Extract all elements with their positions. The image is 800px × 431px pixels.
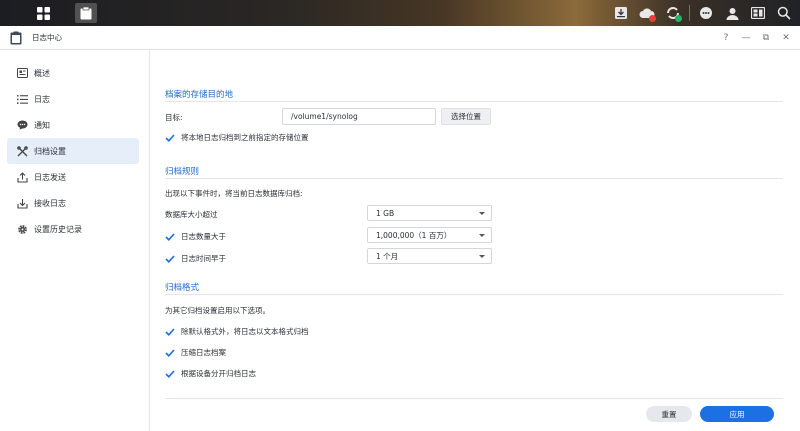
user-icon[interactable] bbox=[722, 3, 742, 23]
tools-icon bbox=[16, 145, 28, 157]
compress-label: 压缩日志档案 bbox=[181, 348, 226, 357]
log-time-select[interactable]: 1 个月 bbox=[367, 248, 492, 264]
sidebar-item-logs[interactable]: 日志 bbox=[7, 86, 139, 112]
format-intro-text: 为其它归档设置启用以下选项。 bbox=[165, 306, 270, 315]
sidebar-item-label: 通知 bbox=[34, 120, 50, 130]
sidebar-item-settings-history[interactable]: 设置历史记录 bbox=[7, 216, 139, 242]
target-label: 目标: bbox=[165, 113, 183, 122]
cloud-alert-icon[interactable] bbox=[637, 3, 657, 23]
sync-ok-icon[interactable] bbox=[663, 3, 683, 23]
section-divider bbox=[165, 101, 783, 102]
restore-button[interactable]: ⧉ bbox=[760, 30, 772, 46]
chevron-down-icon bbox=[479, 212, 485, 215]
destination-section-title: 档案的存储目的地 bbox=[165, 90, 234, 100]
list-icon bbox=[16, 93, 28, 105]
footer-divider bbox=[165, 398, 783, 399]
sidebar-item-log-sending[interactable]: 日志发送 bbox=[7, 164, 139, 190]
chat-bubble-icon bbox=[16, 119, 28, 131]
split-by-device-checkbox-row[interactable]: 根据设备分开归档日志 bbox=[165, 368, 256, 379]
rules-section-title: 归档规则 bbox=[165, 167, 200, 177]
window-titlebar: 日志中心 ? — ⧉ ✕ bbox=[0, 26, 800, 50]
sidebar-item-label: 接收日志 bbox=[34, 198, 66, 208]
log-time-label: 日志时间早于 bbox=[181, 254, 226, 263]
split-by-device-label: 根据设备分开归档日志 bbox=[181, 369, 256, 378]
window-title: 日志中心 bbox=[32, 33, 62, 42]
taskbar bbox=[0, 0, 800, 26]
log-count-checkbox-row[interactable]: 日志数量大于 bbox=[165, 231, 226, 242]
send-icon bbox=[16, 171, 28, 183]
log-count-value: 1,000,000（1 百万） bbox=[376, 230, 452, 240]
checkbox-checked[interactable] bbox=[165, 348, 175, 358]
help-button[interactable]: ? bbox=[720, 30, 732, 46]
overview-icon bbox=[16, 67, 28, 79]
compress-checkbox-row[interactable]: 压缩日志档案 bbox=[165, 347, 226, 358]
log-time-value: 1 个月 bbox=[376, 251, 399, 261]
receive-icon bbox=[16, 197, 28, 209]
widgets-icon[interactable] bbox=[748, 3, 768, 23]
sidebar-item-label: 归档设置 bbox=[34, 146, 66, 156]
archive-previous-label: 将本地日志归档到之前指定的存储位置 bbox=[181, 133, 309, 142]
sidebar-item-label: 日志发送 bbox=[34, 172, 66, 182]
log-center-app-icon bbox=[10, 31, 22, 44]
choose-location-button[interactable]: 选择位置 bbox=[441, 108, 491, 125]
log-count-select[interactable]: 1,000,000（1 百万） bbox=[367, 227, 492, 243]
search-icon[interactable] bbox=[774, 3, 794, 23]
archive-settings-panel: 档案的存储目的地 目标: /volume1/synolog 选择位置 将本地日志… bbox=[151, 50, 800, 431]
sidebar: 概述 日志 通知 归档设置 日志发送 接收日志 设置历史记录 bbox=[0, 50, 150, 431]
checkbox-checked[interactable] bbox=[165, 254, 175, 264]
text-format-label: 除默认格式外，将日志以文本格式归档 bbox=[181, 327, 309, 336]
main-menu-grid-icon[interactable] bbox=[32, 3, 54, 23]
log-count-label: 日志数量大于 bbox=[181, 232, 226, 241]
db-size-select[interactable]: 1 GB bbox=[367, 205, 492, 221]
archive-previous-checkbox-row[interactable]: 将本地日志归档到之前指定的存储位置 bbox=[165, 132, 309, 143]
apply-button[interactable]: 应用 bbox=[700, 406, 774, 422]
minimize-button[interactable]: — bbox=[740, 30, 752, 46]
text-format-checkbox-row[interactable]: 除默认格式外，将日志以文本格式归档 bbox=[165, 326, 309, 337]
chevron-down-icon bbox=[479, 255, 485, 258]
sidebar-item-log-receiving[interactable]: 接收日志 bbox=[7, 190, 139, 216]
db-size-value: 1 GB bbox=[376, 208, 395, 218]
taskbar-log-center-icon[interactable] bbox=[75, 3, 97, 23]
close-button[interactable]: ✕ bbox=[780, 30, 792, 46]
target-path-input[interactable]: /volume1/synolog bbox=[282, 108, 436, 125]
db-size-label: 数据库大小超过 bbox=[165, 210, 218, 219]
checkbox-checked[interactable] bbox=[165, 232, 175, 242]
format-section-title: 归档格式 bbox=[165, 283, 200, 293]
sidebar-item-overview[interactable]: 概述 bbox=[7, 60, 139, 86]
sidebar-item-label: 概述 bbox=[34, 68, 50, 78]
sidebar-item-label: 设置历史记录 bbox=[34, 224, 82, 234]
reset-button[interactable]: 重置 bbox=[646, 406, 692, 422]
download-tray-icon[interactable] bbox=[611, 3, 631, 23]
section-divider bbox=[165, 178, 783, 179]
chevron-down-icon bbox=[479, 234, 485, 237]
checkbox-checked[interactable] bbox=[165, 133, 175, 143]
sidebar-item-archive-settings[interactable]: 归档设置 bbox=[7, 138, 139, 164]
gear-icon bbox=[16, 223, 28, 235]
notification-chat-icon[interactable] bbox=[696, 3, 716, 23]
checkbox-checked[interactable] bbox=[165, 327, 175, 337]
log-center-window: 日志中心 ? — ⧉ ✕ 概述 日志 通知 归档设置 日志发送 接收日志 设置历… bbox=[0, 26, 800, 431]
section-divider bbox=[165, 294, 783, 295]
checkbox-checked[interactable] bbox=[165, 369, 175, 379]
sidebar-item-label: 日志 bbox=[34, 94, 50, 104]
sidebar-item-notifications[interactable]: 通知 bbox=[7, 112, 139, 138]
rules-intro-text: 出现以下事件时，将当前日志数据库归档: bbox=[165, 189, 303, 198]
log-time-checkbox-row[interactable]: 日志时间早于 bbox=[165, 253, 226, 264]
